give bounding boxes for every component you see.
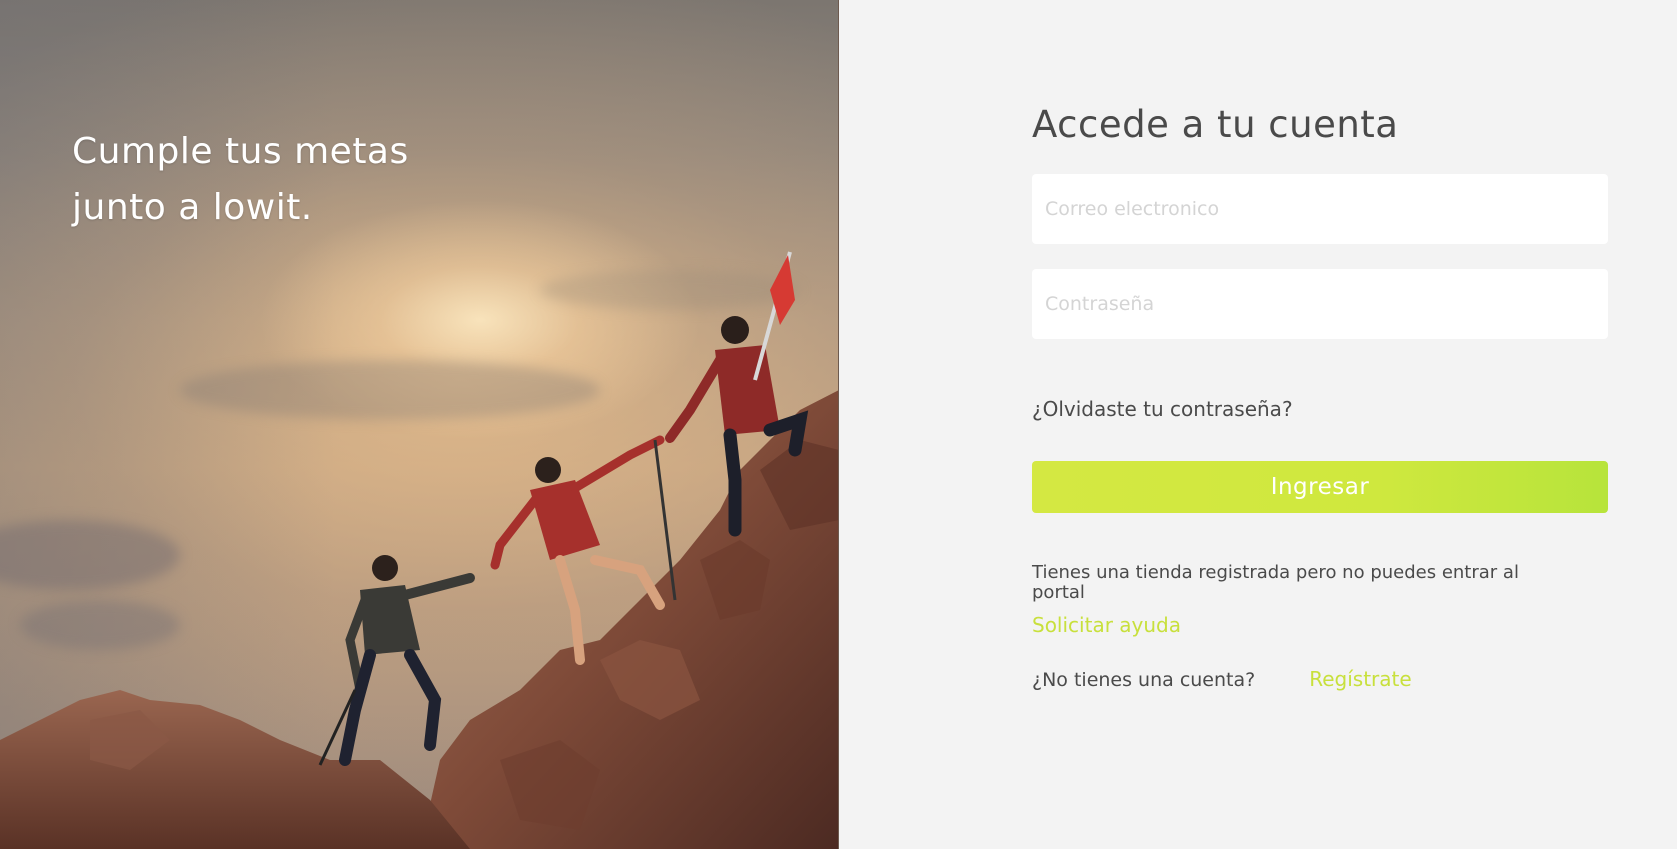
password-field[interactable]	[1032, 269, 1608, 339]
login-title: Accede a tu cuenta	[1032, 103, 1399, 146]
hero-image-panel: Cumple tus metas junto a lowit.	[0, 0, 839, 849]
signup-row: ¿No tienes una cuenta? Regístrate	[1032, 667, 1608, 691]
hero-tagline-line-1: Cumple tus metas	[72, 131, 409, 172]
submit-button[interactable]: Ingresar	[1032, 461, 1608, 513]
login-panel: Accede a tu cuenta ¿Olvidaste tu contras…	[839, 0, 1677, 849]
climber-bottom	[318, 555, 475, 766]
login-page: Cumple tus metas junto a lowit. Accede a…	[0, 0, 1677, 849]
signup-link[interactable]: Regístrate	[1309, 667, 1411, 691]
signup-question: ¿No tienes una cuenta?	[1032, 669, 1256, 691]
forgot-password-link[interactable]: ¿Olvidaste tu contraseña?	[1032, 397, 1293, 421]
login-form: Accede a tu cuenta ¿Olvidaste tu contras…	[1032, 98, 1608, 691]
hero-tagline-line-2: junto a lowit.	[72, 187, 313, 228]
request-help-link[interactable]: Solicitar ayuda	[1032, 613, 1181, 637]
foreground-rock	[0, 690, 470, 849]
store-help-text: Tienes una tienda registrada pero no pue…	[1032, 562, 1519, 603]
hero-tagline: Cumple tus metas junto a lowit.	[72, 124, 472, 236]
email-field[interactable]	[1032, 174, 1608, 244]
